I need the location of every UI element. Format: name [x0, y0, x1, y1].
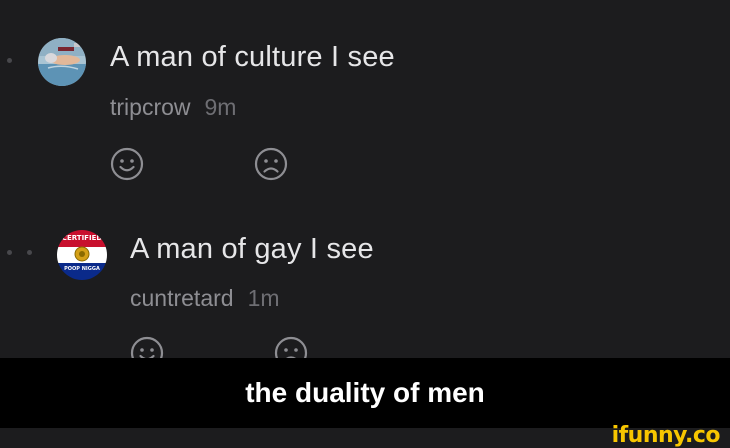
- badge-bottom-text: POOP NIGGA: [64, 266, 100, 272]
- thread-indent-dot: [7, 58, 12, 63]
- thread-indent-dot: [7, 250, 12, 255]
- comment-meta: tripcrow 9m: [110, 94, 236, 121]
- caption-text: the duality of men: [245, 377, 485, 408]
- thread-indent-dot: [27, 250, 32, 255]
- comment-time: 9m: [204, 94, 237, 120]
- smile-icon[interactable]: [110, 147, 144, 181]
- badge-top-text: CERTIFIED: [61, 234, 103, 242]
- comments-screenshot: A man of culture I see tripcrow 9m CERTI…: [0, 0, 730, 358]
- user-avatar[interactable]: [38, 38, 86, 86]
- ifunny-watermark: ifunny.co: [611, 423, 721, 448]
- comment-text: A man of culture I see: [110, 41, 395, 73]
- comment-time: 1m: [247, 285, 280, 311]
- comment-text: A man of gay I see: [130, 233, 374, 265]
- username-link[interactable]: tripcrow: [110, 94, 191, 120]
- frown-icon[interactable]: [274, 336, 308, 358]
- frown-icon[interactable]: [254, 147, 288, 181]
- comment-meta: cuntretard 1m: [130, 285, 280, 312]
- username-link[interactable]: cuntretard: [130, 285, 234, 311]
- user-avatar[interactable]: CERTIFIED POOP NIGGA: [57, 230, 107, 280]
- caption-bar: the duality of men: [0, 358, 730, 428]
- smile-icon[interactable]: [130, 336, 164, 358]
